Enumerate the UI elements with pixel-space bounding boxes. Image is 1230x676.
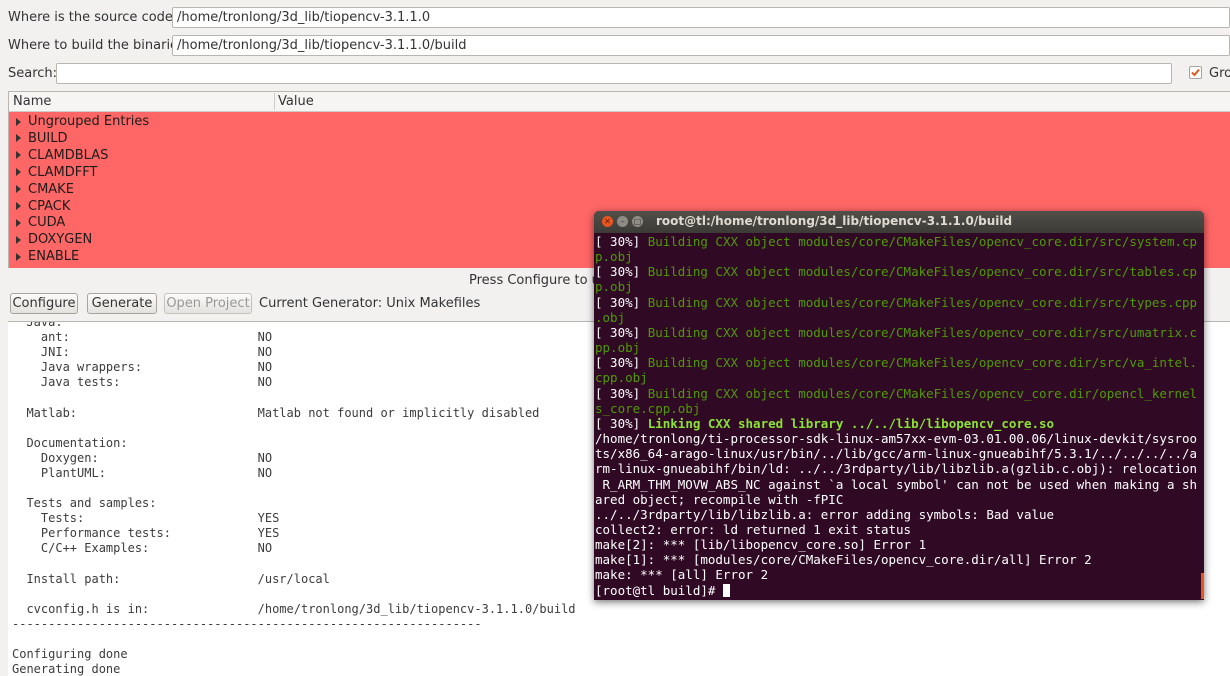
- table-row[interactable]: DOXYGEN: [9, 231, 92, 248]
- expand-arrow-icon[interactable]: [16, 202, 21, 210]
- close-icon[interactable]: ✕: [602, 216, 613, 227]
- terminal-line: [ 30%] Building CXX object modules/core/…: [595, 355, 1198, 371]
- table-row[interactable]: CLAMDBLAS: [9, 147, 108, 164]
- minimize-icon[interactable]: –: [617, 216, 628, 227]
- group-name: ENABLE: [28, 249, 80, 265]
- terminal-line: collect2: error: ld returned 1 exit stat…: [595, 521, 912, 537]
- group-name: CPACK: [28, 198, 71, 214]
- value-column-header[interactable]: Value: [278, 94, 314, 109]
- terminal-line: cpp.obj: [595, 370, 648, 386]
- terminal-titlebar[interactable]: ✕ – □ root@tl:/home/tronlong/3d_lib/tiop…: [594, 211, 1204, 233]
- terminal-line: ts/x86_64-arago-linux/usr/bin/../lib/gcc…: [595, 446, 1198, 462]
- group-name: DOXYGEN: [28, 232, 93, 248]
- current-generator: Current Generator: Unix Makefiles: [259, 296, 481, 311]
- search-input[interactable]: [56, 63, 1172, 84]
- name-column-header[interactable]: Name: [13, 94, 51, 109]
- terminal-scrollbar[interactable]: [1201, 573, 1204, 599]
- status-text: Press Configure to up: [469, 273, 609, 288]
- expand-arrow-icon[interactable]: [16, 134, 21, 143]
- terminal-line: [ 30%] Linking CXX shared library ../../…: [595, 415, 1055, 431]
- cursor: [722, 583, 730, 597]
- table-row[interactable]: ENABLE: [9, 248, 79, 265]
- terminal-line: p.obj: [595, 279, 633, 295]
- build-label: Where to build the binaries:: [8, 38, 190, 53]
- terminal-line: .obj: [595, 309, 626, 325]
- generate-button[interactable]: Generate: [87, 293, 157, 314]
- terminal-output: [ 30%] Building CXX object modules/core/…: [595, 234, 1203, 598]
- terminal-line: [root@tl build]#: [595, 583, 1203, 598]
- table-row[interactable]: Ungrouped Entries: [9, 113, 149, 130]
- table-row[interactable]: CMAKE: [9, 181, 74, 198]
- expand-arrow-icon[interactable]: [16, 235, 21, 244]
- checkmark-icon: [1191, 68, 1200, 77]
- column-divider[interactable]: [274, 93, 275, 110]
- expand-arrow-icon[interactable]: [16, 117, 21, 126]
- table-row[interactable]: CPACK: [9, 198, 70, 215]
- terminal-line: [ 30%] Building CXX object modules/core/…: [595, 324, 1198, 340]
- expand-arrow-icon[interactable]: [16, 151, 21, 160]
- grouped-checkbox[interactable]: [1189, 66, 1202, 79]
- group-name: CMAKE: [28, 181, 74, 197]
- terminal-line: make[1]: *** [modules/core/CMakeFiles/op…: [595, 552, 1092, 568]
- terminal-line: [ 30%] Building CXX object modules/core/…: [595, 294, 1198, 310]
- search-label: Search:: [8, 66, 58, 81]
- table-row[interactable]: CLAMDFFT: [9, 164, 97, 181]
- terminal-window[interactable]: ✕ – □ root@tl:/home/tronlong/3d_lib/tiop…: [594, 211, 1204, 600]
- terminal-line: p.obj: [595, 249, 633, 265]
- terminal-line: ared object; recompile with -fPIC: [595, 491, 844, 507]
- configure-button[interactable]: Configure: [10, 293, 78, 314]
- expand-arrow-icon[interactable]: [16, 252, 21, 261]
- terminal-line: ../../3rdparty/lib/libzlib.a: error addi…: [595, 506, 1055, 522]
- terminal-line: make: *** [all] Error 2: [595, 567, 769, 583]
- group-name: Ungrouped Entries: [28, 114, 150, 129]
- grouped-label: Gro: [1209, 66, 1230, 81]
- log-text: Java: ant: NO JNI: NO Java wrappers: NO …: [12, 321, 576, 676]
- terminal-title: root@tl:/home/tronlong/3d_lib/tiopencv-3…: [656, 214, 1013, 228]
- maximize-icon[interactable]: □: [632, 216, 643, 227]
- terminal-line: make[2]: *** [lib/libopencv_core.so] Err…: [595, 537, 927, 553]
- source-label: Where is the source code:: [8, 10, 178, 25]
- open-project-button[interactable]: Open Project: [164, 293, 252, 314]
- terminal-line: [ 30%] Building CXX object modules/core/…: [595, 264, 1198, 280]
- build-path-input[interactable]: /home/tronlong/3d_lib/tiopencv-3.1.1.0/b…: [172, 35, 1230, 56]
- expand-arrow-icon[interactable]: [16, 185, 21, 194]
- group-name: CLAMDBLAS: [28, 147, 109, 163]
- table-header: Name Value: [9, 92, 1230, 112]
- expand-arrow-icon[interactable]: [16, 218, 21, 227]
- table-row[interactable]: BUILD: [9, 130, 68, 147]
- group-name: BUILD: [28, 130, 68, 146]
- terminal-line: /home/tronlong/ti-processor-sdk-linux-am…: [595, 431, 1198, 447]
- terminal-line: [ 30%] Building CXX object modules/core/…: [595, 385, 1198, 401]
- group-name: CLAMDFFT: [28, 164, 98, 180]
- source-path-input[interactable]: /home/tronlong/3d_lib/tiopencv-3.1.1.0: [172, 7, 1230, 28]
- terminal-line: rm-linux-gnueabihf/bin/ld: ../../3rdpart…: [595, 461, 1198, 477]
- table-row[interactable]: CUDA: [9, 214, 65, 231]
- terminal-line: pp.obj: [595, 340, 641, 356]
- terminal-line: R_ARM_THM_MOVW_ABS_NC against `a local s…: [595, 476, 1198, 492]
- terminal-line: [ 30%] Building CXX object modules/core/…: [595, 234, 1198, 249]
- terminal-line: s_core.cpp.obj: [595, 400, 701, 416]
- group-name: CUDA: [28, 215, 66, 231]
- expand-arrow-icon[interactable]: [16, 168, 21, 177]
